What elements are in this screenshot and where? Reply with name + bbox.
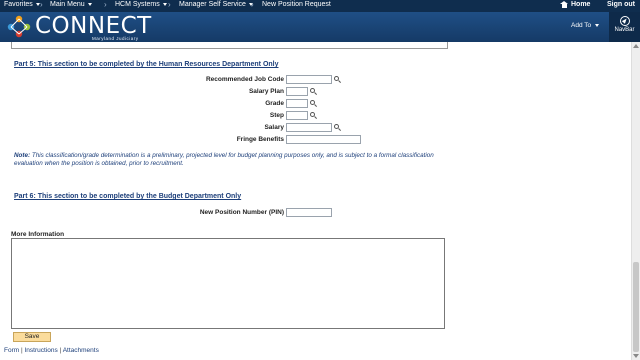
- add-to-label: Add To: [571, 22, 592, 29]
- footer-links: Form | Instructions | Attachments: [4, 347, 99, 354]
- recommended-job-code-label: Recommended Job Code: [205, 76, 284, 83]
- scrollbar-thumb[interactable]: [633, 262, 639, 352]
- home-label: Home: [571, 1, 591, 8]
- classification-note: Note: This classification/grade determin…: [14, 152, 454, 168]
- grade-label: Grade: [265, 100, 284, 107]
- form-link[interactable]: Form: [4, 347, 19, 354]
- navbar-label: NavBar: [614, 27, 635, 33]
- caret-down-icon: [162, 3, 167, 6]
- main-menu[interactable]: Main Menu: [50, 1, 92, 8]
- salary-input[interactable]: [286, 123, 332, 132]
- job-code-lookup-icon[interactable]: [334, 76, 342, 83]
- fringe-benefits-label: Fringe Benefits: [236, 136, 284, 143]
- caret-down-icon: [87, 3, 92, 6]
- favorites-menu[interactable]: Favorites: [4, 1, 40, 8]
- scroll-down-arrow-icon[interactable]: [633, 354, 639, 358]
- chevron-right-icon: ›: [40, 0, 43, 9]
- new-position-number-input[interactable]: [286, 208, 332, 217]
- more-information-textarea[interactable]: [11, 238, 445, 329]
- instructions-link[interactable]: Instructions: [25, 347, 58, 354]
- grade-input[interactable]: [286, 99, 308, 108]
- previous-section-box: [11, 42, 448, 49]
- breadcrumb-current-page: New Position Request: [262, 1, 331, 8]
- main-menu-label: Main Menu: [50, 1, 85, 8]
- compass-icon: [619, 16, 630, 26]
- chevron-right-icon: ›: [104, 0, 107, 9]
- connect-logo[interactable]: CONNECT: [5, 14, 152, 38]
- breadcrumb-hcm-systems[interactable]: HCM Systems: [115, 1, 167, 8]
- step-label: Step: [269, 112, 284, 119]
- navbar-button[interactable]: NavBar: [609, 12, 640, 42]
- more-information-label: More Information: [11, 231, 65, 238]
- hcm-systems-label: HCM Systems: [115, 1, 160, 8]
- attachments-link[interactable]: Attachments: [63, 347, 99, 354]
- salary-label: Salary: [264, 124, 284, 131]
- logo-subtitle: Maryland Judiciary: [92, 36, 139, 41]
- vertical-scrollbar[interactable]: [631, 42, 640, 360]
- recommended-job-code-input[interactable]: [286, 75, 332, 84]
- step-input[interactable]: [286, 111, 308, 120]
- separator: |: [20, 347, 23, 354]
- salary-plan-input[interactable]: [286, 87, 308, 96]
- fringe-benefits-input[interactable]: [286, 135, 361, 144]
- part6-title: Part 6: This section to be completed by …: [14, 193, 242, 200]
- separator: |: [59, 347, 62, 354]
- salary-plan-lookup-icon[interactable]: [310, 88, 318, 95]
- note-text: This classification/grade determination …: [14, 152, 434, 167]
- note-label: Note:: [14, 152, 31, 159]
- part5-title: Part 5: This section to be completed by …: [14, 61, 279, 68]
- home-icon: [560, 1, 568, 8]
- chevron-right-icon: ›: [168, 0, 171, 9]
- caret-down-icon: [595, 24, 600, 27]
- salary-plan-label: Salary Plan: [248, 88, 284, 95]
- home-link[interactable]: Home: [560, 1, 590, 8]
- breadcrumb-manager-self-service[interactable]: Manager Self Service: [179, 1, 253, 8]
- connect-logo-mark-icon: [5, 14, 33, 38]
- sign-out-label: Sign out: [607, 1, 635, 8]
- save-button[interactable]: Save: [13, 332, 51, 342]
- manager-self-service-label: Manager Self Service: [179, 1, 246, 8]
- top-navigation-bar: Favorites › Main Menu › HCM Systems › Ma…: [0, 0, 640, 12]
- scroll-up-arrow-icon[interactable]: [633, 44, 639, 48]
- chevron-right-icon: ›: [251, 0, 254, 9]
- favorites-label: Favorites: [4, 1, 33, 8]
- salary-lookup-icon[interactable]: [334, 124, 342, 131]
- grade-lookup-icon[interactable]: [310, 100, 318, 107]
- logo-text: CONNECT: [35, 12, 152, 39]
- sign-out-link[interactable]: Sign out: [607, 1, 635, 8]
- header-banner: CONNECT Maryland Judiciary Add To NavBar: [0, 12, 640, 42]
- add-to-menu[interactable]: Add To: [571, 22, 600, 29]
- current-page-label: New Position Request: [262, 1, 331, 8]
- new-position-number-label: New Position Number (PIN): [199, 209, 284, 216]
- step-lookup-icon[interactable]: [310, 112, 318, 119]
